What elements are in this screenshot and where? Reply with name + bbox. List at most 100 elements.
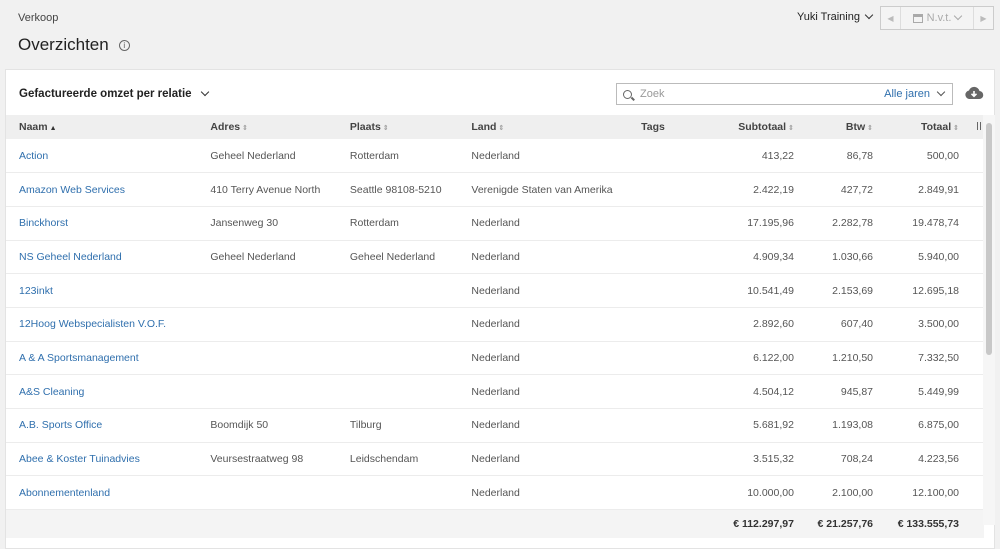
cell-btw: 945,87 xyxy=(840,385,874,398)
cell-plaats xyxy=(337,307,459,341)
report-type-dropdown[interactable]: Gefactureerde omzet per relatie xyxy=(19,87,209,100)
cell-naam[interactable]: A&S Cleaning xyxy=(6,375,197,409)
cell-tags xyxy=(628,307,674,341)
column-header-adres[interactable]: Adres ⇕ xyxy=(197,115,337,139)
totals-row: € 112.297,97 € 21.257,76 € 133.555,73 xyxy=(6,509,984,538)
page-title-wrap: Overzichten i xyxy=(18,35,130,55)
column-header-totaal[interactable]: Totaal ⇕ xyxy=(877,115,963,139)
cell-naam[interactable]: Abonnementenland xyxy=(6,476,197,510)
cell-plaats: Leidschendam xyxy=(349,453,419,466)
cell-land: Nederland xyxy=(471,486,520,499)
table-row[interactable]: A&S Cleaning Nederland 4.504,12 945,87 5.449… xyxy=(6,375,984,409)
cell-land: Nederland xyxy=(471,217,520,230)
cell-subtotaal: 6.122,00 xyxy=(753,351,794,364)
cell-plaats: Rotterdam xyxy=(349,217,399,230)
cell-naam[interactable]: Action xyxy=(6,139,197,173)
cell-btw: 1.210,50 xyxy=(832,351,874,364)
cell-plaats xyxy=(337,476,459,510)
cell-adres xyxy=(197,375,337,409)
cell-land: Nederland xyxy=(471,318,520,331)
cell-btw: 2.153,69 xyxy=(832,284,874,297)
cell-adres: Jansenweg 30 xyxy=(210,217,279,230)
chevron-down-icon xyxy=(200,87,209,97)
cell-naam[interactable]: 12Hoog Webspecialisten V.O.F. xyxy=(6,307,197,341)
table-row[interactable]: Action Geheel Nederland Rotterdam Nederland… xyxy=(6,139,984,173)
table-row[interactable]: Abonnementenland Nederland 10.000,00 2.100,… xyxy=(6,476,984,510)
column-header-tags: Tags xyxy=(641,121,665,133)
company-selector[interactable]: Yuki Training xyxy=(797,10,874,23)
table-row[interactable]: 123inkt Nederland 10.541,49 2.153,69 12.695,… xyxy=(6,274,984,308)
cell-naam[interactable]: NS Geheel Nederland xyxy=(6,240,197,274)
cell-subtotaal: 17.195,96 xyxy=(747,217,794,230)
total-btw: € 21.257,76 xyxy=(817,517,874,530)
cell-totaal: 500,00 xyxy=(926,149,959,162)
cell-subtotaal: 4.504,12 xyxy=(753,385,794,398)
cell-totaal: 6.875,00 xyxy=(918,419,959,432)
cell-btw: 1.193,08 xyxy=(832,419,874,432)
table-row[interactable]: Amazon Web Services 410 Terry Avenue Nort… xyxy=(6,173,984,207)
info-icon[interactable]: i xyxy=(118,39,130,51)
cell-naam[interactable]: Binckhorst xyxy=(6,206,197,240)
column-header-subtotaal[interactable]: Subtotaal ⇕ xyxy=(674,115,798,139)
cell-naam[interactable]: A & A Sportsmanagement xyxy=(6,341,197,375)
table-row[interactable]: Binckhorst Jansenweg 30 Rotterdam Nederland… xyxy=(6,206,984,241)
table-row[interactable]: 12Hoog Webspecialisten V.O.F. Nederland 2.… xyxy=(6,307,984,342)
cell-naam[interactable]: 123inkt xyxy=(6,274,197,308)
sort-icon: ⇕ xyxy=(788,125,794,132)
column-header-btw[interactable]: Btw ⇕ xyxy=(798,115,877,139)
vertical-scrollbar[interactable] xyxy=(983,115,995,525)
cell-plaats: Tilburg xyxy=(349,419,382,432)
search-box: Alle jaren xyxy=(616,83,953,105)
table-row[interactable]: A.B. Sports Office Boomdijk 50 Tilburg Nede… xyxy=(6,409,984,443)
search-icon xyxy=(623,89,632,99)
column-chooser[interactable] xyxy=(963,115,984,139)
table-row[interactable]: NS Geheel Nederland Geheel Nederland Gehee… xyxy=(6,240,984,274)
column-header-land[interactable]: Land ⇕ xyxy=(458,115,628,139)
cell-btw: 2.100,00 xyxy=(832,486,874,499)
cell-tags xyxy=(628,341,674,375)
cell-plaats: Seattle 98108-5210 xyxy=(349,183,442,196)
previous-period-button[interactable]: ◀ xyxy=(881,7,901,29)
cell-adres xyxy=(197,341,337,375)
cell-subtotaal: 5.681,92 xyxy=(753,419,794,432)
column-header-naam[interactable]: Naam ▲ xyxy=(6,115,197,139)
cell-adres: Veursestraatweg 98 xyxy=(210,453,304,466)
cell-btw: 427,72 xyxy=(840,183,874,196)
total-totaal: € 133.555,73 xyxy=(897,517,959,530)
next-period-button[interactable]: ▶ xyxy=(973,7,993,29)
period-dropdown[interactable]: N.v.t. xyxy=(901,11,973,24)
table-row[interactable]: Abee & Koster Tuinadvies Veursestraatweg … xyxy=(6,442,984,476)
column-header-plaats[interactable]: Plaats ⇕ xyxy=(337,115,459,139)
search-input[interactable] xyxy=(640,88,870,100)
cell-land: Nederland xyxy=(471,385,520,398)
cell-totaal: 19.478,74 xyxy=(912,217,959,230)
page-header: Verkoop Overzichten i Yuki Training ◀ N.… xyxy=(0,0,1000,68)
year-filter-dropdown[interactable]: Alle jaren xyxy=(884,87,946,100)
cell-subtotaal: 2.892,60 xyxy=(753,318,794,331)
cell-btw: 1.030,66 xyxy=(832,250,874,263)
cell-subtotaal: 413,22 xyxy=(761,149,794,162)
cell-tags xyxy=(628,206,674,240)
table-row[interactable]: A & A Sportsmanagement Nederland 6.122,00 1… xyxy=(6,341,984,375)
cell-adres: Geheel Nederland xyxy=(210,149,296,162)
cloud-download-icon[interactable] xyxy=(964,86,984,100)
cell-tags xyxy=(628,476,674,510)
cell-land: Nederland xyxy=(471,351,520,364)
cell-plaats: Geheel Nederland xyxy=(349,250,436,263)
cell-plaats xyxy=(337,341,459,375)
cell-naam[interactable]: Abee & Koster Tuinadvies xyxy=(6,442,197,476)
scrollbar-thumb[interactable] xyxy=(986,123,992,355)
cell-land: Nederland xyxy=(471,453,520,466)
cell-naam[interactable]: A.B. Sports Office xyxy=(6,409,197,443)
sort-icon: ⇕ xyxy=(382,125,389,132)
cell-tags xyxy=(628,139,674,173)
cell-totaal: 5.940,00 xyxy=(918,250,959,263)
sort-icon: ⇕ xyxy=(498,125,505,132)
cell-subtotaal: 3.515,32 xyxy=(753,453,794,466)
sort-icon: ⇕ xyxy=(867,125,874,132)
cell-plaats xyxy=(337,375,459,409)
cell-totaal: 12.695,18 xyxy=(912,284,959,297)
breadcrumb[interactable]: Verkoop xyxy=(18,12,58,24)
cell-naam[interactable]: Amazon Web Services xyxy=(6,173,197,207)
period-selector: ◀ N.v.t. ▶ xyxy=(880,6,994,30)
